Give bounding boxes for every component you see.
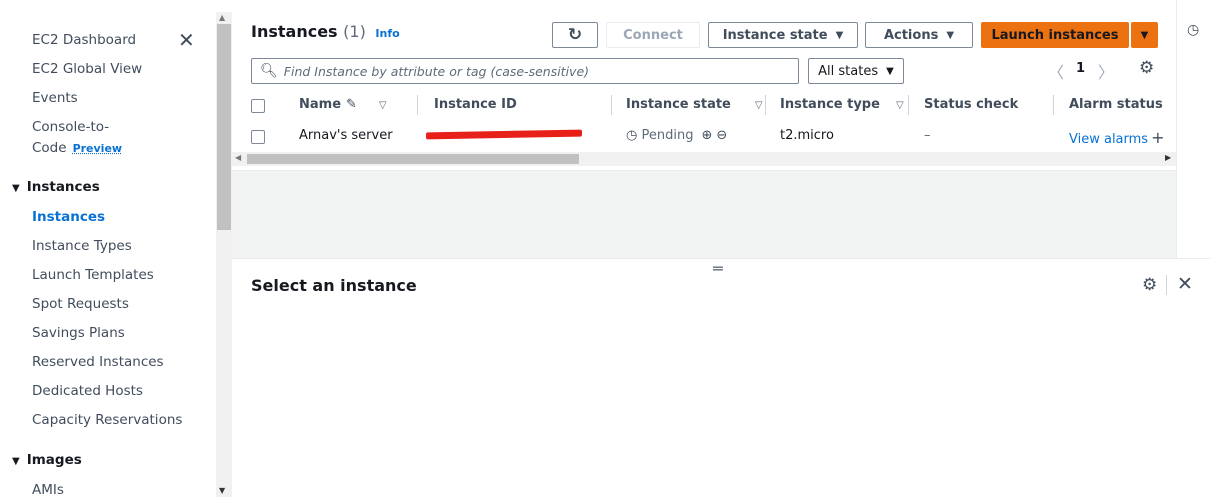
section-title: Images <box>26 452 82 468</box>
instance-name: Arnav's server <box>299 128 393 143</box>
previous-page-icon[interactable]: 〈 <box>1048 59 1064 83</box>
sidebar-item-savings-plans[interactable]: Savings Plans <box>32 325 125 341</box>
right-rail: ◷ <box>1176 0 1210 258</box>
sort-icon[interactable]: ▽ <box>896 100 904 111</box>
sidebar-item-spot-requests[interactable]: Spot Requests <box>32 296 129 312</box>
detail-title: Select an instance <box>251 276 417 295</box>
edit-pencil-icon: ✎ <box>346 97 357 112</box>
column-header-label: Instance state <box>626 97 731 112</box>
sidebar-section-images[interactable]: ▼ Images <box>12 452 82 468</box>
sidebar-item-instance-types[interactable]: Instance Types <box>32 238 132 254</box>
column-header-label: Name <box>299 97 342 112</box>
view-alarms-link[interactable]: View alarms + <box>1069 128 1165 147</box>
scroll-right-icon[interactable]: ▶ <box>1165 153 1171 162</box>
caret-down-icon: ▼ <box>12 183 20 194</box>
sidebar-item-ec2-dashboard[interactable]: EC2 Dashboard <box>32 32 136 48</box>
close-icon[interactable]: ✕ <box>178 28 195 52</box>
all-states-select[interactable]: All states ▼ <box>808 58 904 84</box>
sort-icon[interactable]: ▽ <box>755 100 763 111</box>
sidebar-item-console-to-code[interactable]: Console-to- Code Preview <box>32 119 122 156</box>
page-number[interactable]: 1 <box>1076 61 1085 76</box>
console-to-code-line2: Code <box>32 140 67 156</box>
pending-clock-icon: ◷ <box>626 128 638 143</box>
settings-gear-icon[interactable]: ⚙ <box>1139 58 1154 78</box>
scroll-down-icon[interactable]: ▼ <box>219 486 225 495</box>
column-divider[interactable] <box>765 95 766 115</box>
instance-state-label: Instance state <box>722 27 828 43</box>
actions-dropdown[interactable]: Actions ▼ <box>865 22 973 48</box>
zoom-out-icon[interactable]: ⊖ <box>716 128 727 143</box>
refresh-button[interactable]: ↻ <box>552 22 598 48</box>
search-icon: 🔍︎ <box>260 63 278 79</box>
page-title-text: Instances <box>251 22 338 41</box>
sidebar-item-ec2-global-view[interactable]: EC2 Global View <box>32 61 142 77</box>
search-input[interactable]: Find Instance by attribute or tag (case-… <box>284 64 589 79</box>
row-checkbox[interactable] <box>251 130 265 144</box>
column-divider[interactable] <box>1053 95 1054 115</box>
caret-down-icon: ▼ <box>835 29 844 41</box>
instance-type-value: t2.micro <box>780 128 834 143</box>
sidebar-item-events[interactable]: Events <box>32 90 78 106</box>
caret-down-icon: ▼ <box>886 65 894 77</box>
scroll-up-icon[interactable]: ▲ <box>219 13 225 22</box>
sort-icon[interactable]: ▽ <box>379 100 387 111</box>
actions-label: Actions <box>883 27 939 43</box>
scroll-left-icon[interactable]: ◀ <box>235 153 241 162</box>
instance-state-dropdown[interactable]: Instance state ▼ <box>708 22 858 48</box>
console-to-code-line1: Console-to- <box>32 119 110 135</box>
column-header-alarm-status[interactable]: Alarm status <box>1069 97 1163 112</box>
plus-icon[interactable]: + <box>1151 128 1164 147</box>
select-all-checkbox[interactable] <box>251 99 265 113</box>
view-alarms-label: View alarms <box>1069 132 1149 147</box>
instance-state-value: Pending <box>641 128 694 143</box>
launch-dropdown-button[interactable]: ▼ <box>1131 22 1158 48</box>
all-states-label: All states <box>818 63 879 79</box>
column-header-instance-id[interactable]: Instance ID <box>434 97 517 112</box>
divider <box>1166 275 1167 295</box>
next-page-icon[interactable]: 〉 <box>1098 59 1114 83</box>
sidebar-item-launch-templates[interactable]: Launch Templates <box>32 267 154 283</box>
column-divider[interactable] <box>417 95 418 115</box>
sidebar-item-capacity-reservations[interactable]: Capacity Reservations <box>32 412 182 428</box>
column-header-instance-state[interactable]: Instance state ▽ <box>626 97 763 112</box>
caret-down-icon: ▼ <box>946 29 955 41</box>
sidebar-section-instances[interactable]: ▼ Instances <box>12 179 100 195</box>
resize-handle-icon[interactable]: ═ <box>713 259 723 278</box>
connect-button[interactable]: Connect <box>606 22 700 48</box>
column-divider[interactable] <box>908 95 909 115</box>
caret-down-icon: ▼ <box>12 456 20 467</box>
sidebar-scrollbar-thumb[interactable] <box>217 24 231 230</box>
search-input-wrapper[interactable]: 🔍︎ Find Instance by attribute or tag (ca… <box>251 58 799 84</box>
status-check-value: – <box>924 128 931 143</box>
zoom-in-icon[interactable]: ⊕ <box>701 128 712 143</box>
sidebar-item-dedicated-hosts[interactable]: Dedicated Hosts <box>32 383 143 399</box>
refresh-icon: ↻ <box>567 25 583 45</box>
column-header-name[interactable]: Name ✎ ▽ <box>299 97 387 112</box>
page-title: Instances (1) Info <box>251 22 400 41</box>
column-header-instance-type[interactable]: Instance type ▽ <box>780 97 904 112</box>
instance-state-cell: ◷ Pending ⊕ ⊖ <box>626 128 727 143</box>
sidebar-item-reserved-instances[interactable]: Reserved Instances <box>32 354 164 370</box>
horizontal-scrollbar-thumb[interactable] <box>247 154 579 164</box>
column-header-label: Instance type <box>780 97 880 112</box>
detail-settings-gear-icon[interactable]: ⚙ <box>1142 275 1157 295</box>
sidebar: EC2 Dashboard ✕ EC2 Global View Events C… <box>0 0 232 498</box>
column-divider[interactable] <box>611 95 612 115</box>
detail-panel: ═ Select an instance ⚙ ✕ <box>232 258 1210 498</box>
sidebar-item-amis[interactable]: AMIs <box>32 482 64 498</box>
preview-badge[interactable]: Preview <box>73 142 123 155</box>
instance-count: (1) <box>343 22 366 41</box>
sidebar-item-instances[interactable]: Instances <box>32 209 105 225</box>
section-title: Instances <box>26 179 100 195</box>
detail-close-icon[interactable]: ✕ <box>1177 273 1193 295</box>
column-header-status-check[interactable]: Status check <box>924 97 1018 112</box>
launch-instances-button[interactable]: Launch instances <box>981 22 1129 48</box>
info-link[interactable]: Info <box>375 27 399 40</box>
caret-down-icon: ▼ <box>1140 29 1149 41</box>
help-panel-icon[interactable]: ◷ <box>1187 22 1199 38</box>
